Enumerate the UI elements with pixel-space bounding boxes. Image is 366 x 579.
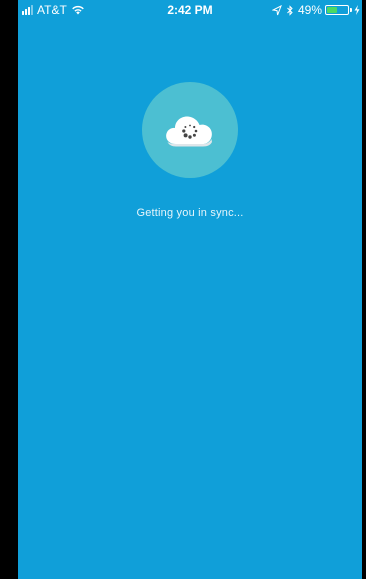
battery-icon — [325, 5, 349, 15]
bluetooth-icon — [287, 4, 293, 16]
cloud-sync-icon — [166, 116, 212, 147]
sync-badge — [142, 82, 238, 178]
battery-percentage: 49% — [297, 3, 322, 17]
sync-status-message: Getting you in sync... — [136, 207, 244, 219]
status-bar-right: 49% — [271, 3, 360, 17]
battery-level-fill — [327, 7, 337, 13]
battery-cap — [350, 8, 352, 12]
device-frame: AT&T 2:42 PM 49% Getting you in sync... — [0, 0, 366, 579]
status-bar: AT&T 2:42 PM 49% — [18, 0, 362, 20]
location-arrow-icon — [271, 4, 282, 15]
app-screen: AT&T 2:42 PM 49% Getting you in sync... — [18, 0, 362, 579]
charging-bolt-icon — [354, 5, 360, 15]
